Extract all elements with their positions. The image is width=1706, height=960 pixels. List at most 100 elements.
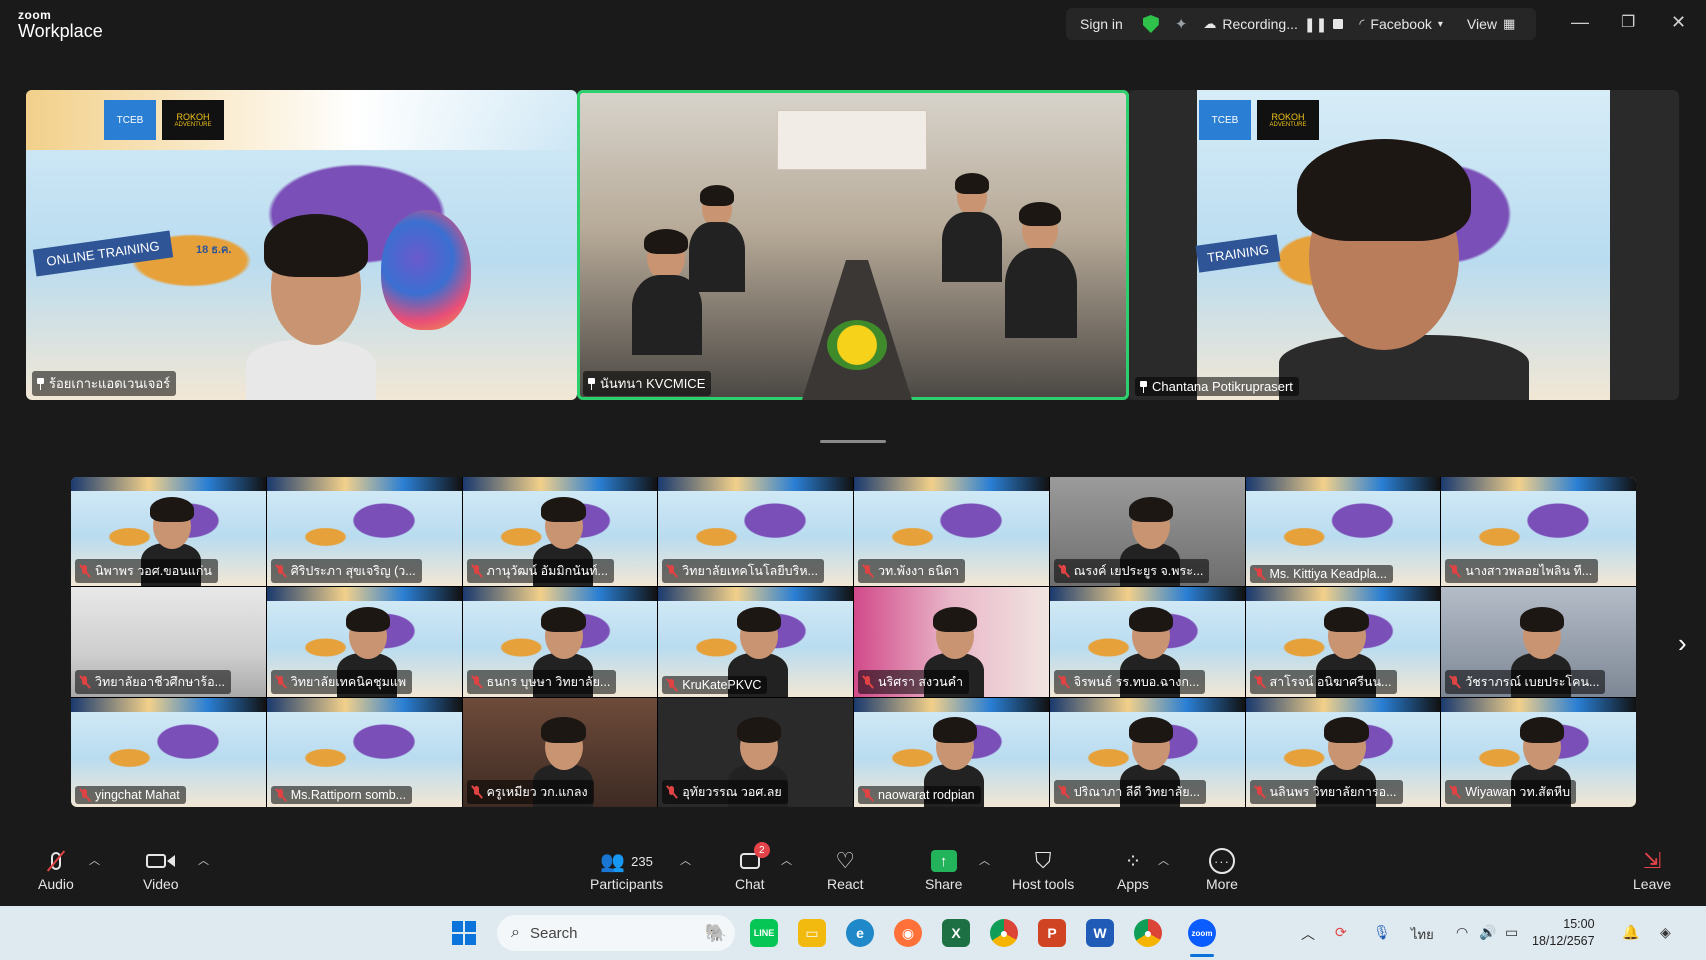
apps-button[interactable]: ⁘ Apps bbox=[1117, 846, 1149, 893]
participant-tile[interactable]: นิพาพร วอศ.ขอนแก่น bbox=[71, 477, 266, 587]
participant-tile[interactable]: นริศรา สงวนคำ bbox=[854, 587, 1049, 697]
chat-options-caret-icon[interactable]: ︿ bbox=[781, 852, 792, 868]
input-language[interactable]: ไทย bbox=[1411, 924, 1434, 945]
pin-icon bbox=[1139, 380, 1148, 393]
powerpoint-icon[interactable]: P bbox=[1038, 919, 1066, 947]
participant-body bbox=[689, 222, 745, 292]
participant-tile[interactable]: วิทยาลัยเทคโนโลยีบริห... bbox=[658, 477, 853, 587]
banner-strip bbox=[71, 477, 266, 491]
participant-tile[interactable]: ครูเหมียว วก.แกลง bbox=[462, 697, 658, 807]
speaker-name: Chantana Potikruprasert bbox=[1152, 379, 1293, 394]
firefox-icon[interactable]: ◉ bbox=[894, 919, 922, 947]
ai-companion-button[interactable]: ✦ bbox=[1167, 8, 1196, 40]
participant-name: Wiyawan วท.สัตหีบ bbox=[1465, 785, 1571, 799]
participant-tile[interactable]: วัชราภรณ์ เบยประโคน... bbox=[1441, 587, 1636, 697]
windows-start-icon[interactable] bbox=[450, 919, 478, 947]
participant-tile[interactable]: ณรงค์ เยประยูร จ.พระ... bbox=[1049, 477, 1245, 587]
close-icon[interactable]: ✕ bbox=[1671, 12, 1686, 33]
windows-taskbar: ⌕ Search 🐘 LINE ▭ e ◉ X ● P W ● zoom ︿ ⟳… bbox=[0, 906, 1706, 960]
sign-in-button[interactable]: Sign in bbox=[1066, 8, 1135, 40]
participants-options-caret-icon[interactable]: ︿ bbox=[680, 852, 691, 868]
mic-muted-icon bbox=[79, 788, 91, 802]
participant-name: naowarat rodpian bbox=[878, 788, 975, 802]
volume-icon[interactable]: 🔊 bbox=[1479, 924, 1496, 941]
audio-options-caret-icon[interactable]: ︿ bbox=[89, 852, 100, 868]
share-button[interactable]: ↑ Share bbox=[925, 846, 962, 892]
sync-icon[interactable]: ⟳ bbox=[1335, 924, 1347, 941]
more-button[interactable]: ··· More bbox=[1206, 846, 1238, 892]
chrome-profile-icon[interactable]: ● bbox=[1134, 919, 1162, 947]
more-label: More bbox=[1206, 876, 1238, 892]
restore-icon[interactable]: ❐ bbox=[1621, 12, 1635, 32]
react-label: React bbox=[827, 876, 864, 892]
participant-tile[interactable]: Ms. Kittiya Keadpla... bbox=[1245, 477, 1441, 587]
chat-button[interactable]: 2 Chat bbox=[735, 842, 770, 892]
stop-record-icon[interactable] bbox=[1333, 19, 1344, 29]
participant-name-tag: ศิริประภา สุขเจริญ (ว... bbox=[270, 559, 422, 584]
speaker-video-3[interactable]: TCEB ROKOH ADVENTURE TRAINING Chantana Po… bbox=[1129, 90, 1679, 400]
apps-options-caret-icon[interactable]: ︿ bbox=[1158, 852, 1169, 868]
gallery-grid: นิพาพร วอศ.ขอนแก่น ศิริประภา สุขเจริญ (ว.… bbox=[71, 477, 1636, 807]
participant-tile[interactable]: นางสาวพลอยไพลิน ที... bbox=[1441, 477, 1636, 587]
microphone-icon[interactable]: 🎙 bbox=[1373, 924, 1391, 941]
zoom-taskbar-icon[interactable]: zoom bbox=[1188, 919, 1216, 947]
wifi-icon[interactable]: ◠ bbox=[1456, 924, 1468, 941]
edge-browser-icon[interactable]: e bbox=[846, 919, 874, 947]
cloud-record-icon: ☁ bbox=[1203, 16, 1217, 31]
excel-icon[interactable]: X bbox=[942, 919, 970, 947]
participant-tile[interactable]: naowarat rodpian bbox=[854, 697, 1049, 807]
livestream-facebook[interactable]: ◜ Facebook ▾ bbox=[1351, 8, 1451, 40]
leave-button[interactable]: ⇲ Leave bbox=[1633, 846, 1671, 892]
online-training-label: ONLINE TRAINING bbox=[32, 230, 174, 277]
participant-tile[interactable]: วิทยาลัยเทคนิคชุมแพ bbox=[266, 587, 462, 697]
participant-tile[interactable]: ภานุวัฒน์ อัมมิกนันท์... bbox=[462, 477, 658, 587]
system-clock[interactable]: 15:00 18/12/2567 bbox=[1532, 916, 1595, 950]
participant-tile[interactable]: ปริณาภา ลีดี วิทยาลัย... bbox=[1049, 697, 1245, 807]
battery-icon[interactable]: ▭ bbox=[1505, 924, 1518, 941]
line-app-icon[interactable]: LINE bbox=[750, 919, 778, 947]
participant-tile[interactable]: อุทัยวรรณ วอศ.ลย bbox=[658, 697, 853, 807]
audio-button[interactable]: Audio bbox=[38, 846, 74, 892]
encryption-shield[interactable] bbox=[1135, 8, 1167, 40]
participants-button[interactable]: 👥 235 Participants bbox=[590, 846, 663, 893]
recording-indicator[interactable]: ☁ Recording... ❚❚ bbox=[1195, 8, 1351, 40]
apps-grid-icon: ⁘ bbox=[1124, 850, 1142, 873]
speaker-video-1[interactable]: TCEB ROKOH ADVENTURE ONLINE TRAINING 18 ธ… bbox=[26, 90, 577, 400]
notification-bell-icon[interactable]: 🔔 bbox=[1622, 924, 1639, 941]
participant-face bbox=[737, 717, 782, 770]
participant-tile[interactable]: ศิริประภา สุขเจริญ (ว... bbox=[266, 477, 462, 587]
participant-face bbox=[954, 172, 990, 216]
react-button[interactable]: ♡ React bbox=[827, 846, 864, 892]
share-options-caret-icon[interactable]: ︿ bbox=[979, 852, 990, 868]
taskbar-search[interactable]: ⌕ Search 🐘 bbox=[497, 915, 735, 951]
participant-tile[interactable]: ธนกร บุษษา วิทยาลัย... bbox=[462, 587, 658, 697]
tray-overflow-chevron-icon[interactable]: ︿ bbox=[1301, 924, 1315, 944]
speaker-video-2[interactable]: นันทนา KVCMICE bbox=[577, 90, 1129, 400]
copilot-icon[interactable]: ◈ bbox=[1660, 924, 1671, 941]
participant-tile[interactable]: วท.พังงา ธนิดา bbox=[854, 477, 1049, 587]
pause-record-icon[interactable]: ❚❚ bbox=[1304, 16, 1327, 33]
banner-strip bbox=[1441, 697, 1636, 712]
minimize-icon[interactable]: — bbox=[1571, 12, 1589, 33]
participant-tile[interactable]: นลินพร วิทยาลัยการอ... bbox=[1245, 697, 1441, 807]
participant-tile[interactable]: จิรพนธ์ รร.ทบอ.ฉางก... bbox=[1049, 587, 1245, 697]
view-menu-button[interactable]: View ▦ bbox=[1459, 8, 1523, 40]
participant-face bbox=[932, 717, 978, 770]
mic-muted-icon bbox=[862, 788, 874, 802]
participant-tile[interactable]: KruKatePKVC bbox=[658, 587, 853, 697]
video-options-caret-icon[interactable]: ︿ bbox=[198, 852, 209, 868]
participant-tile[interactable]: yingchat Mahat bbox=[71, 697, 266, 807]
next-page-arrow-icon[interactable]: › bbox=[1678, 628, 1687, 659]
participant-tile[interactable]: สาโรจน์ อนิฆาศรีนน... bbox=[1245, 587, 1441, 697]
chrome-icon[interactable]: ● bbox=[990, 919, 1018, 947]
resize-handle[interactable] bbox=[820, 440, 886, 443]
participant-tile[interactable]: Ms.Rattiporn somb... bbox=[266, 697, 462, 807]
participant-name: Ms. Kittiya Keadpla... bbox=[1269, 567, 1387, 582]
host-tools-button[interactable]: ⛉ Host tools bbox=[1012, 846, 1074, 892]
word-icon[interactable]: W bbox=[1086, 919, 1114, 947]
date-snippet: 18 ธ.ค. bbox=[196, 244, 232, 256]
video-button[interactable]: Video bbox=[143, 846, 179, 892]
file-explorer-icon[interactable]: ▭ bbox=[798, 919, 826, 947]
participant-tile[interactable]: Wiyawan วท.สัตหีบ bbox=[1441, 697, 1636, 807]
participant-tile[interactable]: วิทยาลัยอาชีวศึกษาร้อ... bbox=[71, 587, 266, 697]
